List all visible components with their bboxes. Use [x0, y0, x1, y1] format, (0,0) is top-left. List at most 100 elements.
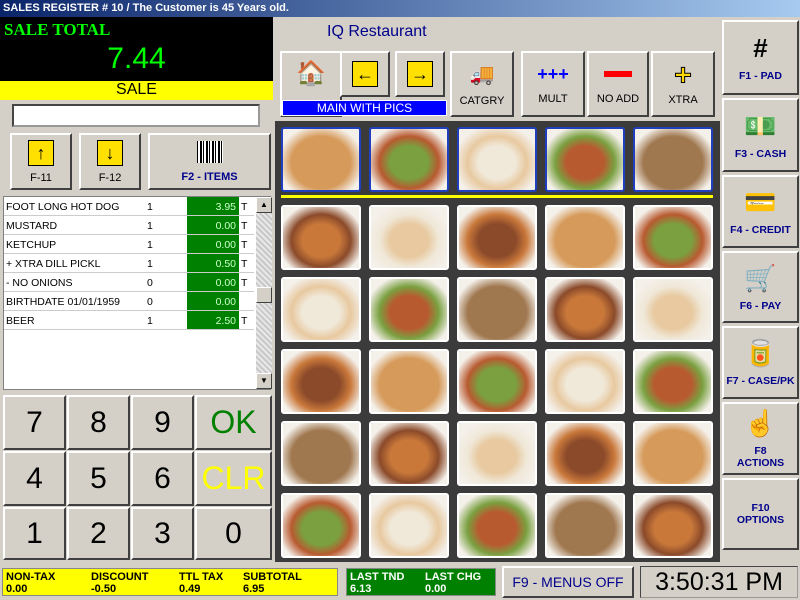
function-label: F7 - CASE/PK: [726, 375, 795, 387]
function-button-2[interactable]: 💵 F3 - CASH: [722, 98, 799, 172]
mult-button[interactable]: +++ MULT: [521, 51, 585, 117]
menu-item-sub-dog-tile[interactable]: [545, 205, 625, 270]
sale-total-label: SALE TOTAL: [4, 20, 111, 39]
items-button[interactable]: F2 - ITEMS: [148, 133, 271, 190]
arrow-down-icon: ↓: [97, 139, 123, 166]
key-1[interactable]: 1: [3, 507, 66, 560]
function-button-6[interactable]: ☝ F8 ACTIONS: [722, 402, 799, 475]
menu-item-wine-glasses-tile[interactable]: [633, 493, 713, 558]
menu-item-cheesecake-tile[interactable]: [369, 421, 449, 486]
function-icon-2: 💵: [744, 110, 777, 141]
scroll-down-label: F-12: [98, 171, 122, 184]
menu-item-hot-dog-tile[interactable]: [281, 205, 361, 270]
item-price: 0.00: [187, 273, 239, 291]
tender-panel: LAST TND 6.13 LAST CHG 0.00: [346, 568, 496, 596]
key-4[interactable]: 4: [3, 451, 66, 506]
category-button[interactable]: 🚚 CATGRY: [450, 51, 514, 117]
item-qty: 1: [147, 315, 153, 327]
menus-off-button[interactable]: F9 - MENUS OFF: [502, 566, 634, 598]
category-sandwich-tile[interactable]: [545, 127, 625, 192]
function-icon-5: 🥫: [744, 338, 777, 368]
item-price: 0.00: [187, 235, 239, 253]
mult-label: MULT: [538, 92, 568, 105]
menu-item-chili-dog-tile[interactable]: [457, 205, 537, 270]
arrow-up-icon: ↑: [28, 139, 54, 166]
order-row[interactable]: + XTRA DILL PICKL 1 0.50 T: [4, 254, 254, 273]
category-ice-cream-tile[interactable]: [369, 127, 449, 192]
order-list[interactable]: FOOT LONG HOT DOG 1 3.95 T MUSTARD 1 0.00 T KE…: [3, 196, 272, 390]
tax-label: TTL TAX: [179, 571, 224, 583]
no-add-button[interactable]: NO ADD: [587, 51, 649, 117]
totals-panel: NON-TAX 0.00 DISCOUNT -0.50 TTL TAX 0.49 SU…: [2, 568, 338, 596]
category-drinks-tile[interactable]: [633, 127, 713, 192]
item-description: KETCHUP: [6, 239, 57, 251]
menu-item-shrimp-tile[interactable]: [281, 349, 361, 414]
order-row[interactable]: - NO ONIONS 0 0.00 T: [4, 273, 254, 292]
menu-item-noodle-salad-tile[interactable]: [545, 349, 625, 414]
entry-input[interactable]: [12, 104, 260, 127]
key-3[interactable]: 3: [131, 507, 194, 560]
function-button-1[interactable]: # F1 - PAD: [722, 20, 799, 95]
key-5[interactable]: 5: [67, 451, 130, 506]
key-2[interactable]: 2: [67, 507, 130, 560]
menu-item-fries-tile[interactable]: [369, 277, 449, 342]
key-clr[interactable]: CLR: [195, 451, 272, 506]
function-icon-3: 💳: [744, 187, 777, 217]
next-page-button[interactable]: →: [395, 51, 445, 97]
menu-item-chocolate-cake-tile[interactable]: [457, 421, 537, 486]
item-description: BEER: [6, 315, 35, 327]
last-tender-value: 6.13: [350, 583, 372, 595]
list-scrollbar[interactable]: ▲ ▼: [256, 197, 272, 389]
item-qty: 1: [147, 258, 153, 270]
key-0[interactable]: 0: [195, 507, 272, 560]
item-qty: 0: [147, 277, 153, 289]
menu-item-cocktail-glasses-tile[interactable]: [545, 493, 625, 558]
key-ok[interactable]: OK: [195, 395, 272, 450]
key-8[interactable]: 8: [67, 395, 130, 450]
order-row[interactable]: FOOT LONG HOT DOG 1 3.95 T: [4, 197, 254, 216]
menu-item-ice-cream-tile[interactable]: [281, 493, 361, 558]
scroll-thumb[interactable]: [256, 287, 272, 303]
item-qty: 0: [147, 296, 153, 308]
menu-item-beer-tile[interactable]: [369, 493, 449, 558]
function-icon-6: ☝: [744, 408, 777, 438]
menu-item-tossed-salad-tile[interactable]: [633, 349, 713, 414]
function-icon-4: 🛒: [744, 262, 777, 293]
key-7[interactable]: 7: [3, 395, 66, 450]
menu-item-chicken-salad-tile[interactable]: [457, 349, 537, 414]
order-row[interactable]: BEER 1 2.50 T: [4, 311, 254, 330]
menu-item-parfait-tile[interactable]: [633, 421, 713, 486]
xtra-button[interactable]: + XTRA: [651, 51, 715, 117]
key-6[interactable]: 6: [131, 451, 194, 506]
function-button-3[interactable]: 💳 F4 - CREDIT: [722, 175, 799, 248]
function-button-4[interactable]: 🛒 F6 - PAY: [722, 251, 799, 323]
scroll-down-arrow-icon[interactable]: ▼: [256, 373, 272, 389]
category-utensils-tile[interactable]: [281, 127, 361, 192]
plus-large-icon: +: [674, 59, 693, 92]
item-qty: 1: [147, 201, 153, 213]
menu-item-grilled-dog-tile[interactable]: [281, 277, 361, 342]
scroll-down-button[interactable]: ↓ F-12: [79, 133, 141, 190]
scroll-up-arrow-icon[interactable]: ▲: [256, 197, 272, 213]
menu-item-salad-tile[interactable]: [457, 277, 537, 342]
menu-item-egg-rolls-tile[interactable]: [545, 277, 625, 342]
key-9[interactable]: 9: [131, 395, 194, 450]
menu-item-salad-plate-tile[interactable]: [633, 277, 713, 342]
menu-item-corn-dog-tile[interactable]: [369, 205, 449, 270]
order-row[interactable]: KETCHUP 1 0.00 T: [4, 235, 254, 254]
menu-item-tomato-dog-tile[interactable]: [633, 205, 713, 270]
menu-item-steak-tile[interactable]: [281, 421, 361, 486]
function-label: F10 OPTIONS: [736, 502, 785, 526]
category-wine-tile[interactable]: [457, 127, 537, 192]
scroll-up-button[interactable]: ↑ F-11: [10, 133, 72, 190]
menu-item-sundae-tile[interactable]: [545, 421, 625, 486]
order-row[interactable]: MUSTARD 1 0.00 T: [4, 216, 254, 235]
function-button-5[interactable]: 🥫 F7 - CASE/PK: [722, 326, 799, 399]
menu-item-tacos-tile[interactable]: [369, 349, 449, 414]
prev-page-button[interactable]: ←: [340, 51, 390, 97]
order-row[interactable]: BIRTHDATE 01/01/1959 0 0.00: [4, 292, 254, 311]
menu-item-cocktails-tile[interactable]: [457, 493, 537, 558]
barcode-icon: [196, 140, 223, 163]
function-button-7[interactable]: F10 OPTIONS: [722, 478, 799, 550]
item-tax-flag: T: [241, 201, 248, 213]
